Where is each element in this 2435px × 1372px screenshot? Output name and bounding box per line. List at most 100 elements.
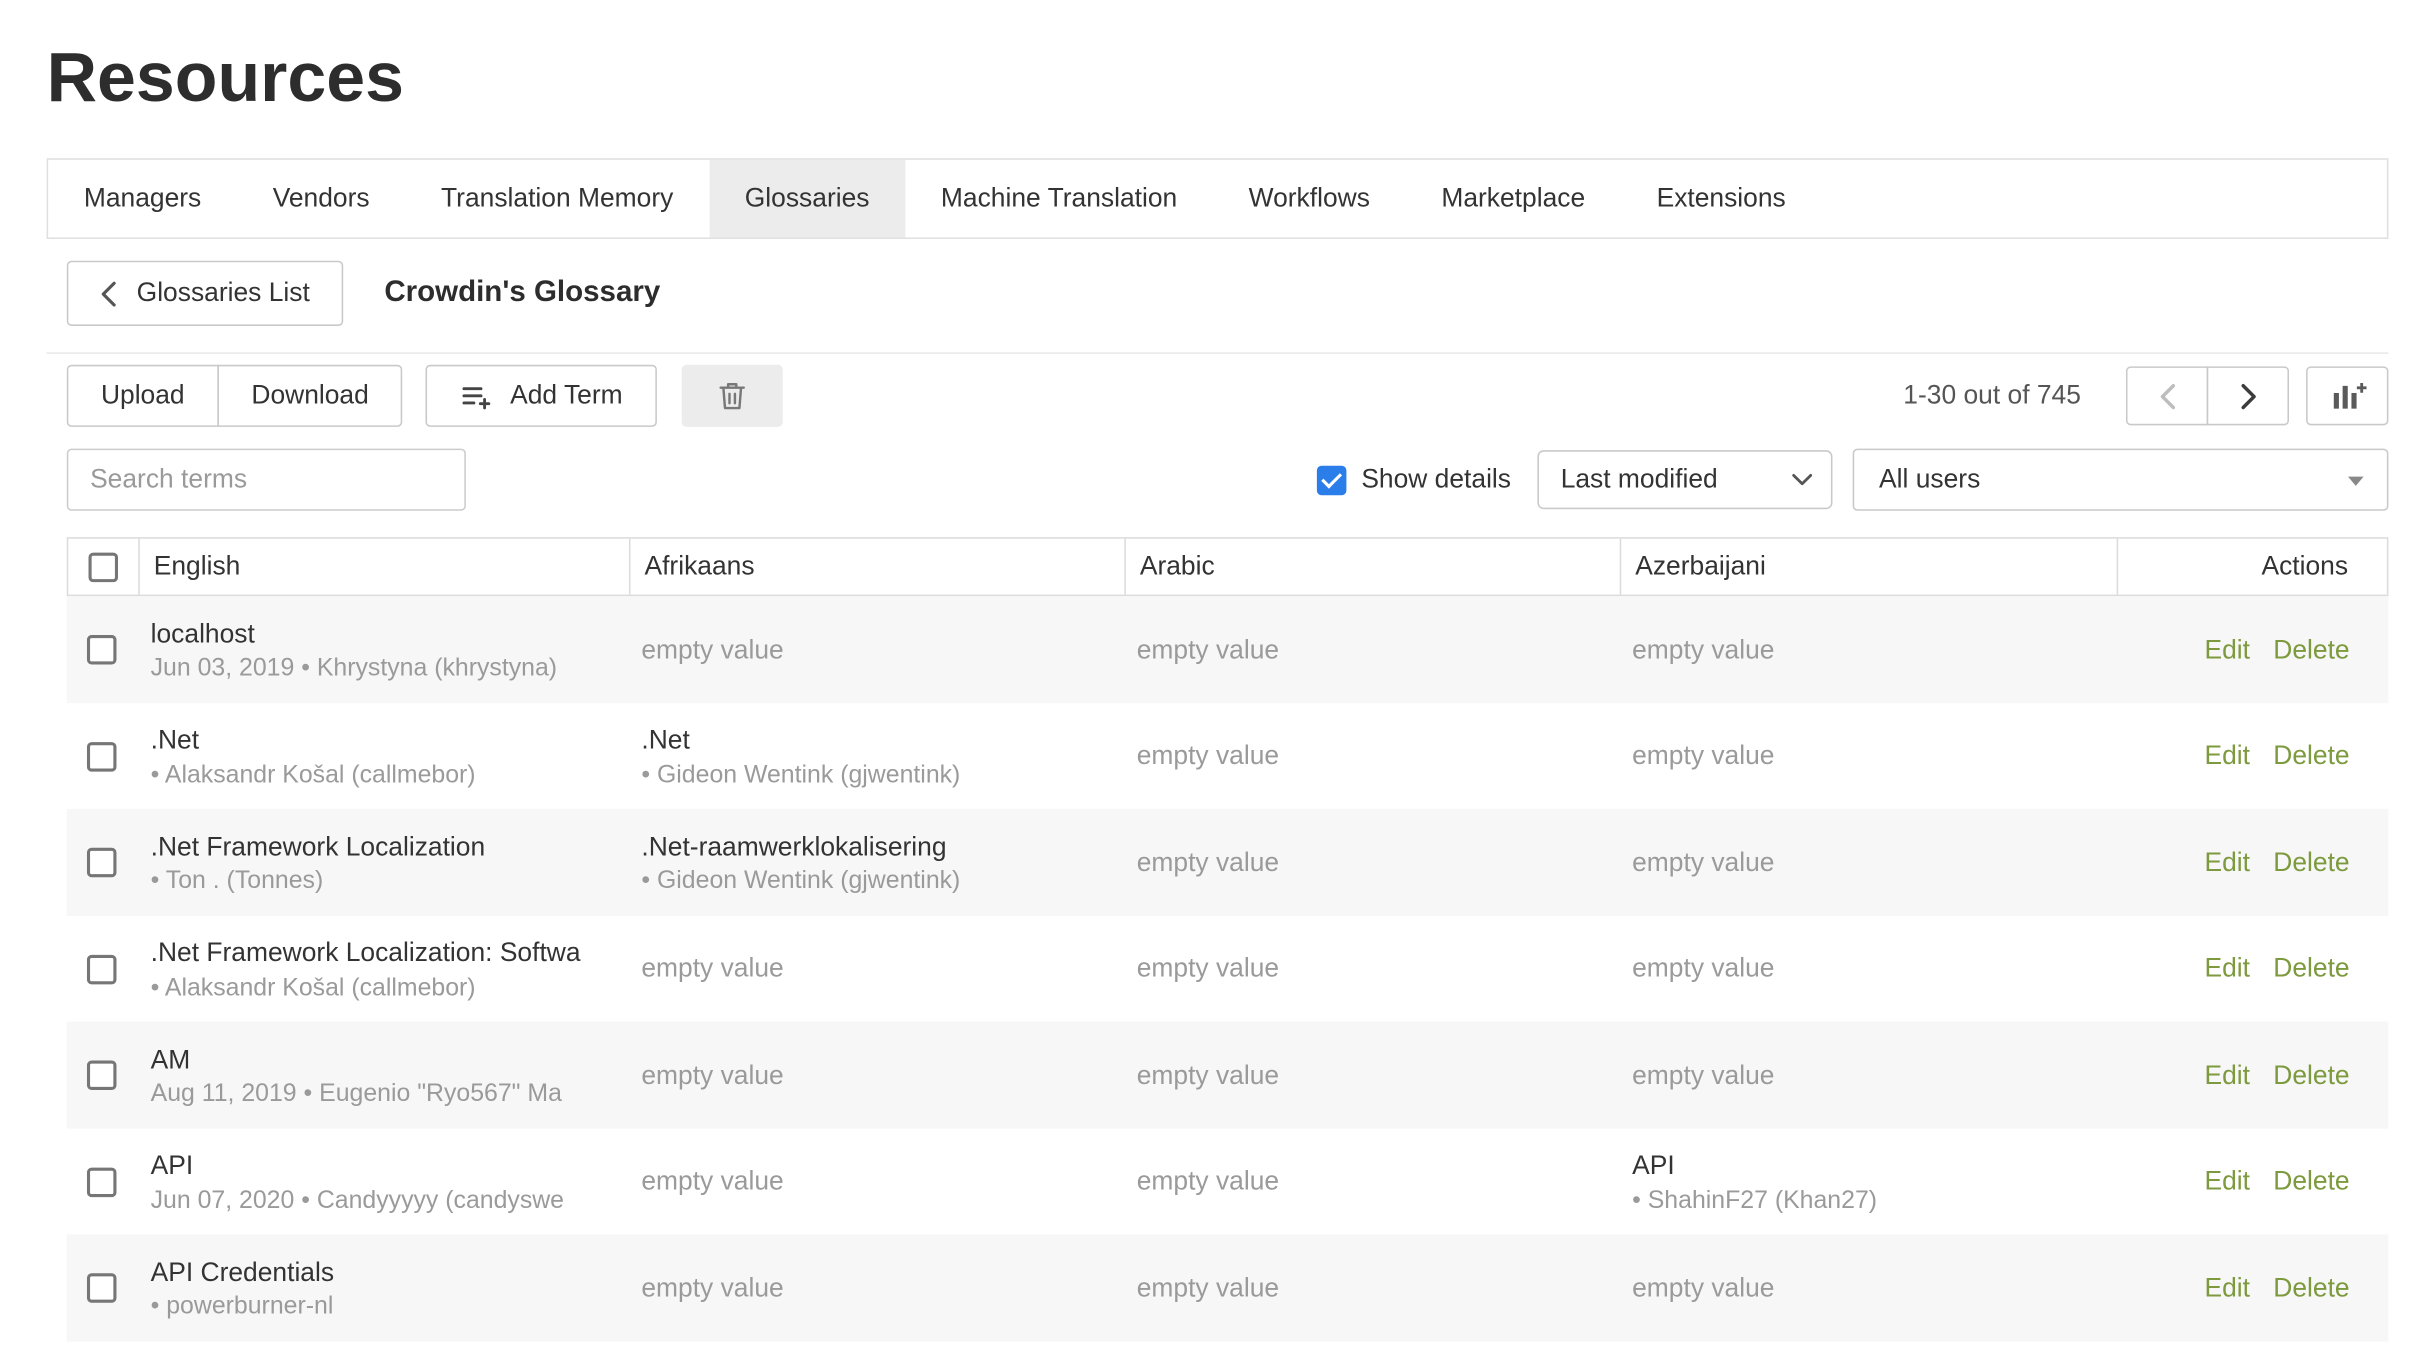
empty-value: empty value xyxy=(1137,1272,1604,1303)
tab-translation-memory[interactable]: Translation Memory xyxy=(405,160,709,238)
delete-selected-button[interactable] xyxy=(682,365,783,427)
edit-link[interactable]: Edit xyxy=(2204,1272,2249,1303)
row-checkbox[interactable] xyxy=(87,848,117,878)
row-checkbox[interactable] xyxy=(87,635,117,665)
sort-select[interactable]: Last modified xyxy=(1537,451,1832,510)
cell-afrikaans: empty value xyxy=(627,1128,1122,1234)
edit-link[interactable]: Edit xyxy=(2204,741,2249,772)
column-header-actions: Actions xyxy=(2117,539,2387,595)
tab-workflows[interactable]: Workflows xyxy=(1213,160,1406,238)
term-text: API xyxy=(1632,1148,2101,1186)
table-row: .Net Framework Localization• Ton . (Tonn… xyxy=(67,809,2389,915)
cell-english: .Net Framework Localization: Softwa• Ala… xyxy=(137,916,628,1022)
cell-azerbaijani: empty value xyxy=(1618,597,2115,703)
edit-link[interactable]: Edit xyxy=(2204,847,2249,878)
tab-machine-translation[interactable]: Machine Translation xyxy=(905,160,1213,238)
empty-value: empty value xyxy=(641,1060,1108,1091)
users-filter-dropdown[interactable]: All users xyxy=(1853,449,2389,511)
delete-link[interactable]: Delete xyxy=(2273,1166,2349,1197)
empty-value: empty value xyxy=(1632,847,2101,878)
cell-arabic: empty value xyxy=(1123,1022,1618,1128)
cell-azerbaijani: empty value xyxy=(1618,916,2115,1022)
edit-link[interactable]: Edit xyxy=(2204,1166,2249,1197)
next-page-button[interactable] xyxy=(2207,367,2289,426)
empty-value: empty value xyxy=(1137,1060,1604,1091)
glossary-name-title: Crowdin's Glossary xyxy=(384,277,660,311)
table-body: localhostJun 03, 2019 • Khrystyna (khrys… xyxy=(67,597,2389,1342)
empty-value: empty value xyxy=(1632,634,2101,665)
upload-button[interactable]: Upload xyxy=(67,365,219,427)
term-text: .Net xyxy=(641,722,1108,760)
back-button-label: Glossaries List xyxy=(137,278,310,309)
table-header-row: English Afrikaans Arabic Azerbaijani Act… xyxy=(67,538,2389,597)
delete-link[interactable]: Delete xyxy=(2273,1060,2349,1091)
delete-link[interactable]: Delete xyxy=(2273,634,2349,665)
tab-marketplace[interactable]: Marketplace xyxy=(1406,160,1621,238)
configure-columns-button[interactable] xyxy=(2306,367,2388,426)
edit-link[interactable]: Edit xyxy=(2204,634,2249,665)
add-term-icon xyxy=(460,379,494,413)
table-row: .Net Framework Localization: Softwa• Ala… xyxy=(67,916,2389,1022)
upload-download-group: Upload Download xyxy=(67,365,403,427)
tab-vendors[interactable]: Vendors xyxy=(237,160,405,238)
column-header-english[interactable]: English xyxy=(138,539,629,595)
cell-arabic: empty value xyxy=(1123,916,1618,1022)
cell-afrikaans: empty value xyxy=(627,916,1122,1022)
empty-value: empty value xyxy=(641,634,1108,665)
empty-value: empty value xyxy=(1137,634,1604,665)
prev-page-button[interactable] xyxy=(2126,367,2208,426)
columns-icon xyxy=(2329,379,2366,413)
cell-arabic: empty value xyxy=(1123,809,1618,915)
row-checkbox[interactable] xyxy=(87,741,117,771)
caret-down-icon xyxy=(2348,477,2364,486)
users-filter-value: All users xyxy=(1879,465,1980,496)
show-details-toggle[interactable]: Show details xyxy=(1316,465,1511,496)
column-header-arabic[interactable]: Arabic xyxy=(1124,539,1619,595)
cell-afrikaans: .Net• Gideon Wentink (gjwentink) xyxy=(627,703,1122,809)
cell-arabic: empty value xyxy=(1123,703,1618,809)
row-checkbox[interactable] xyxy=(87,954,117,984)
tab-extensions[interactable]: Extensions xyxy=(1621,160,1822,238)
term-text: .Net Framework Localization xyxy=(151,829,614,867)
empty-value: empty value xyxy=(1137,847,1604,878)
edit-link[interactable]: Edit xyxy=(2204,1060,2249,1091)
empty-value: empty value xyxy=(1137,741,1604,772)
edit-link[interactable]: Edit xyxy=(2204,953,2249,984)
table-row: AMAug 11, 2019 • Eugenio "Ryo567" Ma emp… xyxy=(67,1022,2389,1128)
add-term-button[interactable]: Add Term xyxy=(426,365,657,427)
term-meta: • Alaksandr Košal (callmebor) xyxy=(151,975,614,1003)
page-title: Resources xyxy=(47,34,2389,121)
table-row: API Credentials• powerburner-nl empty va… xyxy=(67,1235,2389,1341)
tab-glossaries[interactable]: Glossaries xyxy=(709,160,905,238)
empty-value: empty value xyxy=(641,1166,1108,1197)
cell-azerbaijani: empty value xyxy=(1618,1235,2115,1341)
column-header-azerbaijani[interactable]: Azerbaijani xyxy=(1620,539,2117,595)
term-text: API xyxy=(151,1148,614,1186)
term-text: .Net-raamwerklokalisering xyxy=(641,829,1108,867)
empty-value: empty value xyxy=(1632,741,2101,772)
tab-managers[interactable]: Managers xyxy=(48,160,237,238)
delete-link[interactable]: Delete xyxy=(2273,1272,2349,1303)
term-meta: • ShahinF27 (Khan27) xyxy=(1632,1188,2101,1216)
term-text: localhost xyxy=(151,616,614,654)
delete-link[interactable]: Delete xyxy=(2273,847,2349,878)
cell-azerbaijani: empty value xyxy=(1618,1022,2115,1128)
delete-link[interactable]: Delete xyxy=(2273,741,2349,772)
search-input[interactable] xyxy=(67,449,466,511)
term-meta: Aug 11, 2019 • Eugenio "Ryo567" Ma xyxy=(151,1081,614,1109)
row-checkbox[interactable] xyxy=(87,1273,117,1303)
empty-value: empty value xyxy=(641,1272,1108,1303)
cell-arabic: empty value xyxy=(1123,1235,1618,1341)
table-row: APIJun 07, 2020 • Candyyyyy (candyswe em… xyxy=(67,1128,2389,1234)
select-all-checkbox[interactable] xyxy=(89,552,119,582)
table-row: localhostJun 03, 2019 • Khrystyna (khrys… xyxy=(67,597,2389,703)
show-details-checkbox[interactable] xyxy=(1316,465,1346,495)
column-header-afrikaans[interactable]: Afrikaans xyxy=(629,539,1124,595)
row-checkbox[interactable] xyxy=(87,1060,117,1090)
delete-link[interactable]: Delete xyxy=(2273,953,2349,984)
glossary-subheader: Glossaries List Crowdin's Glossary xyxy=(47,261,2389,354)
download-button[interactable]: Download xyxy=(217,365,403,427)
term-text: .Net Framework Localization: Softwa xyxy=(151,935,614,973)
row-checkbox[interactable] xyxy=(87,1167,117,1197)
glossaries-list-back-button[interactable]: Glossaries List xyxy=(67,261,344,326)
